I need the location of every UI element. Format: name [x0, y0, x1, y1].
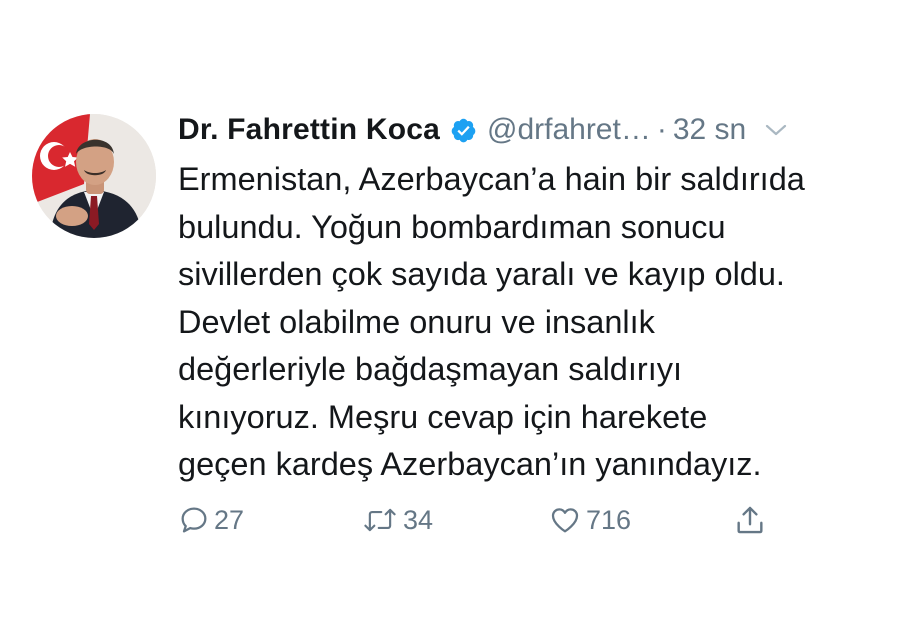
chevron-down-icon[interactable]: [764, 120, 788, 140]
tweet-text-line: kınıyoruz. Meşru cevap için harekete: [178, 398, 708, 435]
reply-count: 27: [214, 504, 245, 535]
tweet-text-line: değerleriyle bağdaşmayan saldırıyı: [178, 351, 683, 387]
tweet-text: Ermenistan, Azerbaycan’a hain bir saldır…: [178, 156, 893, 489]
separator-dot: ·: [656, 113, 667, 146]
tweet-text-line: bulundu. Yoğun bombardıman sonucu: [178, 208, 726, 245]
verified-badge-icon: [450, 117, 477, 144]
retweet-icon: [361, 504, 399, 536]
share-icon: [733, 503, 767, 537]
reply-button[interactable]: 27: [178, 500, 244, 540]
tweet-header: Dr. Fahrettin Koca @drfahret… · 32 sn: [178, 112, 893, 148]
retweet-count: 34: [403, 504, 434, 535]
avatar-photo: [32, 114, 156, 238]
share-button[interactable]: [733, 500, 767, 540]
tweet-text-line: Ermenistan, Azerbaycan’a hain bir saldır…: [178, 161, 805, 197]
tweet-text-line: Devlet olabilme onuru ve insanlık: [178, 303, 655, 340]
tweet-actions: 27 34 716: [178, 500, 893, 540]
tweet-text-line: sivillerden çok sayıda yaralı ve kayıp o…: [178, 256, 785, 292]
tweet-card[interactable]: Dr. Fahrettin Koca @drfahret… · 32 sn Er…: [30, 112, 900, 552]
tweet-content: Dr. Fahrettin Koca @drfahret… · 32 sn Er…: [178, 112, 893, 535]
retweet-button[interactable]: 34: [361, 500, 433, 540]
timestamp[interactable]: 32 sn: [673, 113, 746, 147]
like-count: 716: [586, 504, 632, 535]
user-handle[interactable]: @drfahret…: [487, 113, 651, 147]
heart-icon: [548, 504, 582, 536]
like-button[interactable]: 716: [548, 500, 631, 540]
reply-icon: [178, 504, 210, 536]
display-name[interactable]: Dr. Fahrettin Koca: [178, 113, 440, 147]
avatar[interactable]: [32, 114, 156, 238]
tweet-text-line: geçen kardeş Azerbaycan’ın yanındayız.: [178, 446, 762, 482]
